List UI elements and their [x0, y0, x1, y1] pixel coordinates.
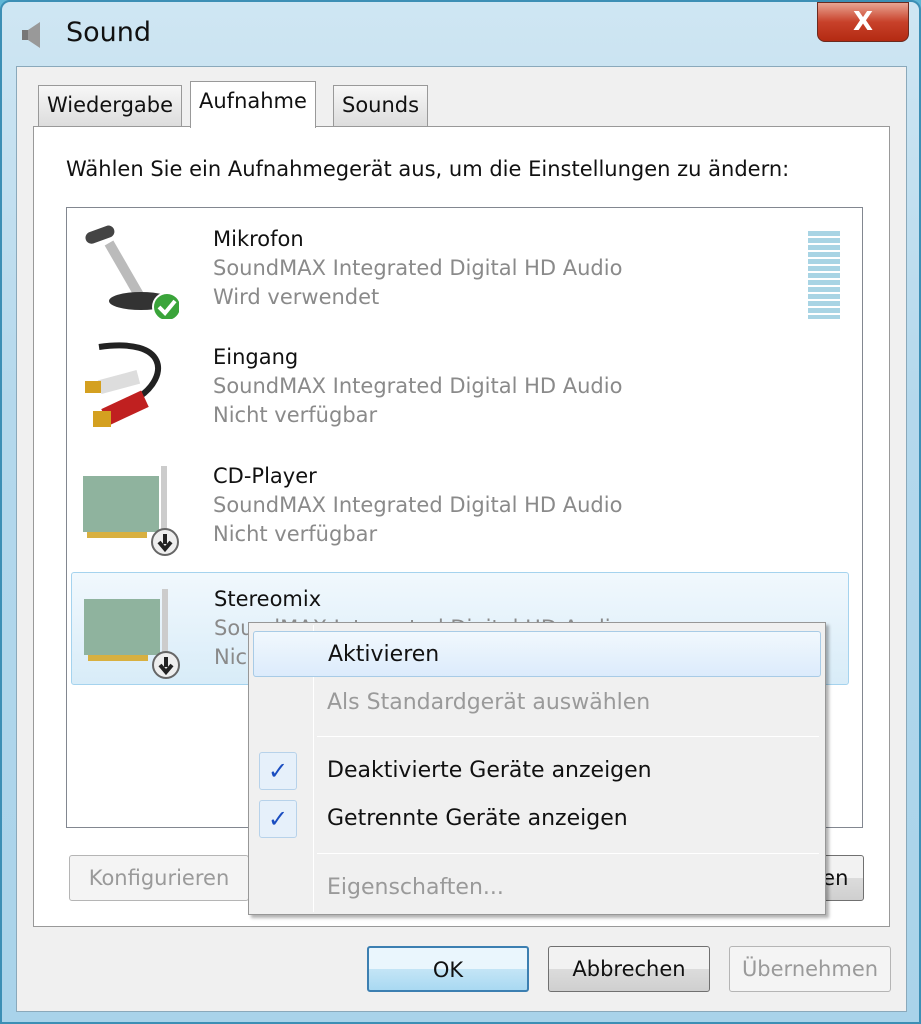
device-status: Wird verwendet [213, 285, 380, 309]
list-item[interactable]: Eingang SoundMAX Integrated Digital HD A… [71, 331, 849, 444]
apply-button[interactable]: Übernehmen [729, 946, 891, 992]
tab-wiedergabe[interactable]: Wiedergabe [38, 85, 183, 127]
sound-dialog: Sound X Wiedergabe Aufnahme Sounds Wähle… [0, 0, 921, 1024]
menu-item-set-default[interactable]: Als Standardgerät auswählen [253, 680, 821, 726]
window-title: Sound [66, 17, 152, 48]
device-status: Nicht verfügbar [213, 403, 378, 427]
sound-card-icon [83, 466, 179, 556]
context-menu: Aktivieren Als Standardgerät auswählen ✓… [248, 622, 826, 915]
menu-item-show-disconnected[interactable]: ✓ Getrennte Geräte anzeigen [253, 796, 821, 842]
rca-cable-icon [85, 342, 162, 427]
device-name: Stereomix [214, 587, 322, 611]
speaker-icon [22, 22, 40, 48]
device-name: Eingang [213, 345, 299, 369]
device-driver: SoundMAX Integrated Digital HD Audio [213, 256, 623, 280]
ok-button[interactable]: OK [367, 946, 529, 992]
menu-item-properties[interactable]: Eigenschaften... [253, 865, 821, 911]
device-name: CD-Player [213, 464, 317, 488]
list-item[interactable]: Mikrofon SoundMAX Integrated Digital HD … [71, 213, 849, 326]
instruction-text: Wählen Sie ein Aufnahmegerät aus, um die… [66, 157, 790, 181]
down-arrow-icon [151, 528, 179, 556]
device-status: Nicht verfügbar [213, 522, 378, 546]
close-button[interactable]: X [817, 2, 909, 42]
device-name: Mikrofon [213, 227, 304, 251]
menu-separator [317, 736, 819, 737]
menu-item-label: Deaktivierte Geräte anzeigen [327, 758, 652, 783]
green-check-icon [152, 292, 179, 319]
device-driver: SoundMAX Integrated Digital HD Audio [213, 493, 623, 517]
checkmark-icon: ✓ [259, 800, 297, 838]
sound-card-icon [84, 589, 180, 679]
menu-separator [317, 853, 819, 854]
tab-sounds[interactable]: Sounds [333, 85, 429, 127]
menu-item-label: Getrennte Geräte anzeigen [327, 806, 628, 831]
configure-button[interactable]: Konfigurieren [69, 855, 249, 901]
down-arrow-icon [152, 651, 180, 679]
checkmark-icon: ✓ [259, 752, 297, 790]
menu-item-aktivieren[interactable]: Aktivieren [253, 631, 821, 677]
level-meter [808, 231, 840, 319]
list-item[interactable]: CD-Player SoundMAX Integrated Digital HD… [71, 450, 849, 563]
device-driver: SoundMAX Integrated Digital HD Audio [213, 374, 623, 398]
menu-item-show-disabled[interactable]: ✓ Deaktivierte Geräte anzeigen [253, 748, 821, 794]
tab-aufnahme[interactable]: Aufnahme [190, 81, 316, 128]
cancel-button[interactable]: Abbrechen [548, 946, 710, 992]
microphone-icon [85, 225, 179, 319]
